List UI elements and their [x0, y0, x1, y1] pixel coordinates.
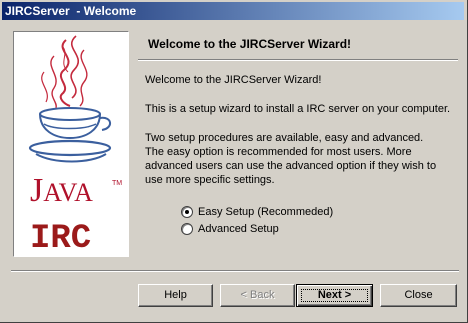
- back-button[interactable]: < Back: [220, 284, 295, 307]
- back-button-label: < Back: [240, 289, 275, 301]
- close-button-label: Close: [404, 289, 433, 301]
- procedures-text-line2: The easy option is recommended for most …: [145, 146, 412, 158]
- java-letters-rest: AVA: [43, 178, 93, 207]
- page-title: Welcome to the JIRCServer Wizard!: [148, 37, 352, 51]
- procedures-text-line1: Two setup procedures are available, easy…: [145, 132, 424, 144]
- radio-selected-dot: [185, 210, 189, 214]
- wizard-window: JIRCServer - Welcome JAVA TM IRC Welcome…: [0, 0, 468, 323]
- java-letter-j: J: [30, 172, 44, 209]
- procedures-text-line4: use more specific settings.: [145, 174, 275, 186]
- welcome-text: Welcome to the JIRCServer Wizard!: [145, 74, 322, 86]
- logo-panel: JAVA TM IRC: [13, 31, 129, 257]
- easy-setup-radio[interactable]: [181, 206, 193, 218]
- easy-setup-label[interactable]: Easy Setup (Recommeded): [198, 205, 333, 219]
- java-trademark: TM: [112, 180, 123, 187]
- procedures-text-line3: advanced users can use the advanced opti…: [145, 160, 437, 172]
- description-text: This is a setup wizard to install a IRC …: [145, 103, 451, 115]
- header-divider-highlight: [138, 60, 458, 61]
- title-bar[interactable]: JIRCServer - Welcome: [2, 2, 464, 20]
- close-button[interactable]: Close: [380, 284, 457, 307]
- irc-wordmark: IRC: [30, 220, 92, 258]
- advanced-setup-radio[interactable]: [181, 223, 193, 235]
- footer-divider-highlight: [11, 271, 459, 272]
- next-button-label: Next >: [317, 289, 352, 301]
- advanced-setup-label[interactable]: Advanced Setup: [198, 222, 279, 236]
- help-button[interactable]: Help: [138, 284, 213, 307]
- header-band: Welcome to the JIRCServer Wizard!: [138, 31, 458, 59]
- java-wordmark: JAVA: [30, 174, 93, 210]
- help-button-label: Help: [164, 289, 187, 301]
- next-button[interactable]: Next >: [296, 284, 373, 307]
